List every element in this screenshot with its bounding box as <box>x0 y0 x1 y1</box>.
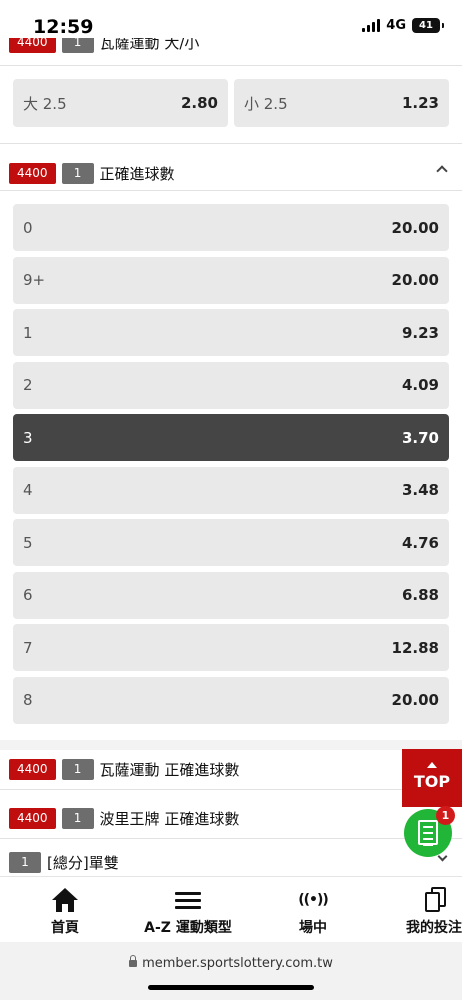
score-label: 0 <box>23 218 33 237</box>
score-odds-button[interactable]: 1 9.23 <box>13 309 449 356</box>
market-header-odd-even[interactable]: 1 [總分]單雙 <box>0 847 462 877</box>
score-odds-button[interactable]: 4 3.48 <box>13 466 449 514</box>
clipped-market-header[interactable]: 4400 1 瓦薩運動 大/小 <box>0 38 462 66</box>
odds-value: 1.23 <box>401 94 439 112</box>
home-icon <box>52 888 78 912</box>
status-time: 12:59 <box>33 16 94 38</box>
url-display[interactable]: member.sportslottery.com.tw <box>0 955 462 971</box>
score-odds: 4.76 <box>401 533 439 552</box>
top-label: TOP <box>413 772 451 791</box>
score-odds-button[interactable]: 3 3.70 <box>13 414 449 461</box>
battery-icon: 41 <box>412 18 444 33</box>
market-number-badge: 1 <box>61 758 94 780</box>
bottom-nav: 首頁 A-Z 運動類型 ((•)) 場中 我的投注 <box>0 876 462 942</box>
market-number-badge: 1 <box>61 38 94 53</box>
network-type: 4G <box>386 18 406 33</box>
score-odds-button[interactable]: 7 12.88 <box>13 624 449 671</box>
market-code-badge: 4400 <box>9 38 56 53</box>
score-odds-button[interactable]: 8 20.00 <box>13 676 449 724</box>
market-number-badge: 1 <box>9 851 41 873</box>
divider <box>0 838 462 839</box>
odds-label: 大 2.5 <box>23 94 67 113</box>
market-number-badge: 1 <box>61 807 94 829</box>
betslip-icon <box>418 820 438 846</box>
signal-icon <box>362 19 381 32</box>
nav-live-label: 場中 <box>299 920 327 936</box>
nav-home-label: 首頁 <box>51 920 79 936</box>
score-odds-button[interactable]: 6 6.88 <box>13 571 449 619</box>
score-label: 3 <box>23 428 33 447</box>
chevron-up-icon[interactable] <box>436 165 448 177</box>
market-code-badge: 4400 <box>9 807 56 829</box>
live-broadcast-icon: ((•)) <box>298 892 329 908</box>
score-odds-button[interactable]: 5 4.76 <box>13 519 449 566</box>
scroll-top-button[interactable]: TOP <box>402 749 462 807</box>
market-title: [總分]單雙 <box>47 853 119 872</box>
market-code-badge: 4400 <box>9 758 56 780</box>
score-label: 4 <box>23 481 33 499</box>
status-indicators: 4G 41 <box>362 18 444 33</box>
score-label: 8 <box>23 691 33 709</box>
url-text: member.sportslottery.com.tw <box>142 956 333 971</box>
market-title: 瓦薩運動 正確進球數 <box>99 760 240 779</box>
score-odds-button[interactable]: 0 20.00 <box>13 204 449 251</box>
score-odds: 6.88 <box>401 586 439 604</box>
battery-level: 41 <box>419 20 433 31</box>
score-label: 6 <box>23 586 33 604</box>
odds-over-button[interactable]: 大 2.5 2.80 <box>13 79 228 127</box>
arrow-up-icon <box>427 762 437 768</box>
divider <box>0 789 462 790</box>
score-odds: 20.00 <box>391 271 439 289</box>
nav-az-label: A-Z 運動類型 <box>144 920 232 936</box>
menu-icon <box>175 888 201 913</box>
market-header-boli[interactable]: 4400 1 波里王牌 正確進球數 <box>0 800 462 836</box>
score-odds: 12.88 <box>391 638 439 657</box>
nav-az-sports[interactable]: A-Z 運動類型 <box>138 885 238 937</box>
market-title: 瓦薩運動 大/小 <box>99 38 200 52</box>
divider <box>0 190 462 191</box>
score-odds: 3.48 <box>401 481 439 499</box>
home-indicator[interactable] <box>148 985 314 990</box>
divider <box>0 65 462 66</box>
score-label: 2 <box>23 376 33 394</box>
score-odds-button[interactable]: 9+ 20.00 <box>13 256 449 304</box>
score-label: 5 <box>23 533 33 552</box>
divider <box>0 143 462 144</box>
nav-my-bets-label: 我的投注 <box>406 920 462 936</box>
browser-url-bar[interactable]: member.sportslottery.com.tw <box>0 942 462 1000</box>
lock-icon <box>129 955 138 967</box>
nav-my-bets[interactable]: 我的投注 <box>404 885 462 937</box>
documents-icon <box>425 887 447 913</box>
score-odds: 20.00 <box>391 218 439 237</box>
score-odds: 20.00 <box>391 691 439 709</box>
score-odds: 9.23 <box>401 323 439 342</box>
odds-under-button[interactable]: 小 2.5 1.23 <box>234 79 449 127</box>
score-label: 1 <box>23 323 33 342</box>
over-under-row: 大 2.5 2.80 小 2.5 1.23 <box>13 79 449 127</box>
score-odds-list: 0 20.00 9+ 20.00 1 9.23 2 4.09 3 3.70 4 3.48 5 4.76 6 6… <box>13 204 449 729</box>
market-header-vasa[interactable]: 4400 1 瓦薩運動 正確進球數 <box>0 751 462 787</box>
market-title: 正確進球數 <box>99 164 175 183</box>
score-label: 9+ <box>23 271 46 289</box>
nav-live[interactable]: ((•)) 場中 <box>292 885 334 937</box>
score-odds: 4.09 <box>401 376 439 394</box>
market-title: 波里王牌 正確進球數 <box>99 809 240 828</box>
market-code-badge: 4400 <box>9 162 56 184</box>
score-odds: 3.70 <box>401 428 439 447</box>
odds-value: 2.80 <box>180 94 218 112</box>
section-separator <box>0 740 462 750</box>
market-number-badge: 1 <box>61 162 94 184</box>
odds-label: 小 2.5 <box>244 94 288 113</box>
betslip-count-badge: 1 <box>436 806 455 825</box>
market-header-correct-score[interactable]: 4400 1 正確進球數 <box>0 155 462 191</box>
score-label: 7 <box>23 638 33 657</box>
nav-home[interactable]: 首頁 <box>44 885 86 937</box>
score-odds-button[interactable]: 2 4.09 <box>13 361 449 409</box>
